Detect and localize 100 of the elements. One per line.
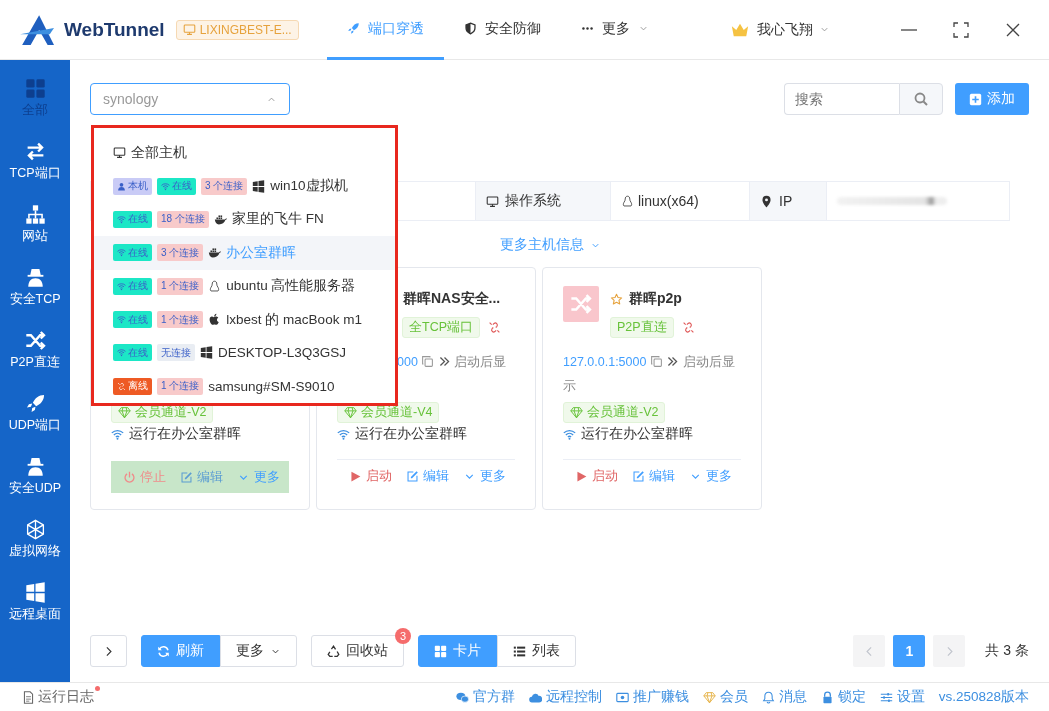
diamond-icon bbox=[702, 690, 716, 704]
card-action[interactable]: 更多 bbox=[689, 467, 732, 485]
sidebar-item[interactable]: 安全TCP bbox=[0, 267, 70, 330]
fullscreen-button[interactable] bbox=[953, 21, 969, 38]
version-link[interactable]: vs.250828版本 bbox=[938, 688, 1029, 706]
whale-icon bbox=[208, 246, 222, 260]
search-field[interactable]: 搜索 bbox=[784, 83, 899, 115]
sidebar-item[interactable]: TCP端口 bbox=[0, 141, 70, 204]
page-button[interactable]: 1 bbox=[893, 635, 926, 667]
view-toggle[interactable]: 列表 bbox=[497, 635, 576, 667]
host-select[interactable]: synology bbox=[90, 83, 290, 115]
broken-link-icon bbox=[117, 381, 126, 391]
status-link[interactable]: 设置 bbox=[879, 688, 925, 706]
windows-icon bbox=[24, 582, 46, 603]
host-menu-item[interactable]: 在线 1 个连接 lxbest 的 macBook m1 bbox=[94, 302, 395, 337]
more-info-link[interactable]: 更多主机信息 bbox=[499, 235, 601, 255]
refresh-icon bbox=[157, 644, 170, 658]
play-icon bbox=[575, 469, 588, 483]
sitemap-icon bbox=[24, 204, 46, 225]
penguin-icon bbox=[621, 194, 634, 208]
wifi-icon bbox=[117, 315, 126, 325]
host-line: 运行在办公室群晖 bbox=[337, 425, 515, 443]
card-action[interactable]: 编辑 bbox=[632, 467, 675, 485]
more-button[interactable]: 更多 bbox=[220, 635, 297, 667]
monitor-icon bbox=[182, 23, 196, 36]
swap-arrows-icon bbox=[24, 141, 46, 162]
penguin-icon bbox=[208, 279, 222, 293]
power-icon bbox=[123, 470, 136, 484]
shuffle-icon bbox=[24, 330, 46, 351]
plus-icon bbox=[969, 92, 982, 106]
status-badge: 18 个连接 bbox=[157, 210, 209, 228]
host-menu-item[interactable]: 全部主机 bbox=[94, 136, 395, 170]
run-log-button[interactable]: 运行日志 bbox=[22, 688, 94, 706]
host-menu-item[interactable]: 离线 1 个连接 samsung#SM-S9010 bbox=[94, 369, 395, 403]
status-badge: 离线 bbox=[113, 377, 152, 395]
host-menu-item[interactable]: 在线 1 个连接 ubuntu 高性能服务器 bbox=[94, 269, 395, 303]
status-link[interactable]: 锁定 bbox=[820, 688, 866, 706]
recycle-icon bbox=[327, 644, 340, 658]
address-line: 000 启动后显 bbox=[397, 354, 508, 371]
card-action[interactable]: 编辑 bbox=[406, 467, 449, 485]
count-badge: 3 bbox=[394, 628, 411, 644]
windows-icon bbox=[200, 346, 213, 360]
diamond-icon bbox=[118, 406, 131, 419]
close-button[interactable] bbox=[1005, 21, 1021, 38]
status-link[interactable]: 远程控制 bbox=[528, 688, 602, 706]
card-action[interactable]: 停止 bbox=[123, 468, 166, 486]
minimize-icon bbox=[901, 28, 917, 31]
sidebar-item[interactable]: 网站 bbox=[0, 204, 70, 267]
nav-tab[interactable]: 端口穿透 bbox=[327, 0, 444, 60]
grid-icon bbox=[434, 644, 447, 658]
nav-tab[interactable]: 更多 bbox=[561, 0, 669, 60]
sidebar-item[interactable]: UDP端口 bbox=[0, 393, 70, 456]
status-link[interactable]: 会员 bbox=[702, 688, 748, 706]
view-toggle[interactable]: 卡片 bbox=[418, 635, 497, 667]
status-badge: 在线 bbox=[157, 177, 196, 195]
host-tag[interactable]: LIXINGBEST-E... bbox=[175, 19, 299, 40]
wifi-icon bbox=[161, 181, 170, 191]
network-icon bbox=[24, 519, 46, 540]
add-button[interactable]: 添加 bbox=[955, 83, 1029, 115]
host-menu-item[interactable]: 在线 无连接 DESKTOP-L3Q3GSJ bbox=[94, 336, 395, 370]
card-action[interactable]: 启动 bbox=[575, 467, 618, 485]
host-menu-item[interactable]: 在线 18 个连接 家里的飞牛 FN bbox=[94, 202, 395, 237]
chat-icon bbox=[455, 690, 469, 704]
host-menu-item[interactable]: 在线 3 个连接 办公室群晖 bbox=[94, 236, 395, 270]
status-link[interactable]: 官方群 bbox=[455, 688, 515, 706]
rocket-icon bbox=[347, 22, 360, 35]
windows-icon bbox=[252, 179, 266, 193]
money-icon bbox=[615, 690, 629, 704]
list-icon bbox=[513, 644, 526, 658]
user-icon bbox=[117, 181, 126, 191]
document-icon bbox=[22, 690, 35, 704]
card-action[interactable]: 更多 bbox=[463, 467, 506, 485]
double-chevron-icon bbox=[437, 355, 451, 368]
pin-icon bbox=[760, 194, 773, 208]
sidebar-item[interactable]: P2P直连 bbox=[0, 330, 70, 393]
card-action[interactable]: 启动 bbox=[349, 467, 392, 485]
edit-icon bbox=[632, 469, 645, 483]
status-link[interactable]: 消息 bbox=[761, 688, 807, 706]
search-button[interactable] bbox=[899, 83, 943, 115]
user-menu[interactable]: 我心飞翔 bbox=[729, 19, 830, 40]
wifi-icon bbox=[117, 248, 126, 258]
whale-icon bbox=[213, 212, 227, 226]
card-title: 群晖p2p bbox=[629, 290, 682, 308]
nav-tab[interactable]: 安全防御 bbox=[444, 0, 561, 60]
member-tag: 会员通道-V2 bbox=[563, 402, 666, 423]
settings-icon bbox=[879, 690, 893, 704]
sidebar-item[interactable]: 安全UDP bbox=[0, 456, 70, 519]
sidebar-item[interactable]: 远程桌面 bbox=[0, 582, 70, 645]
wifi-icon bbox=[117, 214, 126, 224]
wifi-icon bbox=[117, 281, 126, 291]
refresh-button[interactable]: 刷新 bbox=[141, 635, 220, 667]
status-link[interactable]: 推广赚钱 bbox=[615, 688, 689, 706]
close-icon bbox=[1005, 21, 1021, 38]
card-action[interactable]: 更多 bbox=[237, 468, 280, 486]
status-badge: 无连接 bbox=[157, 344, 195, 362]
host-menu-item[interactable]: 本机 在线 3 个连接 win10虚拟机 bbox=[94, 169, 395, 203]
host-line: 运行在办公室群晖 bbox=[563, 425, 741, 443]
status-badge: 在线 bbox=[113, 344, 152, 362]
sidebar-item[interactable]: 虚拟网络 bbox=[0, 519, 70, 582]
info-value: linux(x64) bbox=[611, 182, 749, 220]
